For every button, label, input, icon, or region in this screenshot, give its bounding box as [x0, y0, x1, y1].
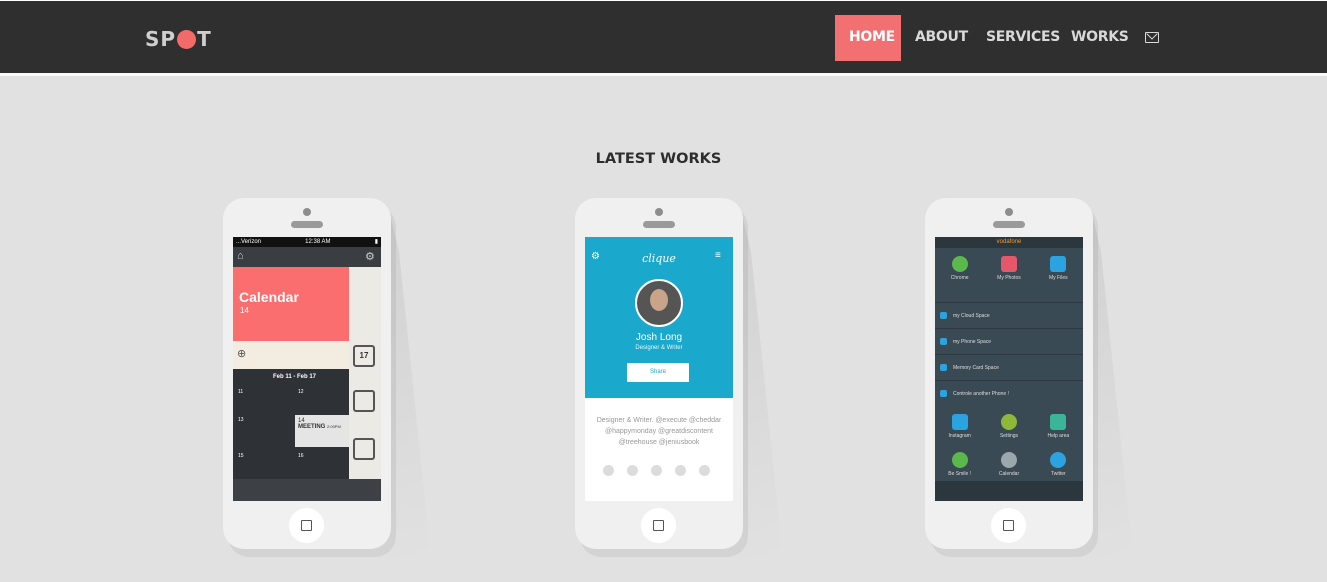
app-chrome: Chrome	[940, 256, 980, 302]
app-grid-bottom: Be Smile ! Calendar Twitter	[935, 444, 1083, 482]
flag-icon	[1050, 414, 1067, 430]
twitter-icon	[1050, 452, 1067, 468]
phone-shadow	[743, 218, 783, 558]
instagram-icon	[951, 414, 968, 430]
home-button-icon	[641, 508, 676, 543]
section-title: LATEST WORKS	[595, 151, 722, 167]
clock: 12:38 AM	[305, 239, 331, 245]
profile-header: ⚙ ≡ clique Josh Long Designer & Writer S…	[585, 237, 733, 398]
profile-screen: ⚙ ≡ clique Josh Long Designer & Writer S…	[585, 237, 733, 501]
logo-dot-icon	[177, 29, 197, 49]
app-photos: My Photos	[989, 256, 1029, 302]
social-icons	[603, 465, 710, 476]
nav-works[interactable]: WORKS	[1057, 15, 1143, 61]
home-button-icon	[289, 508, 324, 543]
add-icon: ⊕	[237, 348, 247, 360]
nav-home[interactable]: HOME	[835, 15, 901, 61]
phone-shadow	[1093, 218, 1133, 558]
carrier: ...Verizon	[236, 239, 262, 245]
smile-icon	[951, 452, 968, 468]
calendar-screen: ...Verizon 12:38 AM ▮ ⌂ ⚙ Calendar 14 17…	[233, 237, 381, 501]
day-cell: 15	[238, 453, 244, 459]
chrome-icon	[951, 256, 968, 272]
app-help: Help area	[1038, 414, 1078, 444]
list-item: my Phone Space	[935, 328, 1083, 354]
calendar-date: 14	[240, 306, 249, 315]
app-instagram: Instagram	[940, 414, 980, 444]
logo[interactable]: SP T	[145, 25, 212, 53]
meeting-time: 2:00PM	[327, 424, 341, 429]
app-grid-top: Chrome My Photos My Files	[935, 248, 1083, 302]
vodafone-screen: vodafone Chrome My Photos My Files my Cl…	[935, 237, 1083, 501]
home-button-icon	[991, 508, 1026, 543]
clock-icon	[1000, 452, 1017, 468]
settings-icon	[1000, 414, 1017, 430]
upload-icon	[353, 438, 375, 460]
speaker-icon	[993, 221, 1025, 228]
list-item: Controle another Phone !	[935, 380, 1083, 406]
notes-icon	[353, 390, 375, 412]
calendar-badge-icon: 17	[353, 345, 375, 367]
skype-icon	[699, 465, 710, 476]
instagram-icon	[675, 465, 686, 476]
speaker-icon	[291, 221, 323, 228]
calendar-title: Calendar	[239, 289, 299, 305]
work-item-calendar[interactable]: ...Verizon 12:38 AM ▮ ⌂ ⚙ Calendar 14 17…	[223, 198, 431, 558]
avatar	[635, 279, 683, 327]
app-logo: clique	[642, 252, 676, 265]
home-icon: ⌂	[237, 250, 244, 262]
profile-role: Designer & Writer	[635, 345, 683, 351]
calendar-card: Calendar 14	[233, 267, 349, 341]
work-item-vodafone[interactable]: vodafone Chrome My Photos My Files my Cl…	[925, 198, 1133, 558]
app-calendar: Calendar	[989, 452, 1029, 482]
logo-text-right: T	[197, 27, 212, 51]
app-toolbar: ⌂ ⚙	[233, 247, 381, 267]
user-icon	[603, 465, 614, 476]
add-row: ⊕	[233, 341, 349, 369]
day-cell: 11	[238, 389, 244, 395]
camera-icon	[655, 208, 663, 216]
gear-icon: ⚙	[365, 251, 375, 263]
day-cell: 16	[298, 453, 304, 459]
work-item-profile[interactable]: ⚙ ≡ clique Josh Long Designer & Writer S…	[575, 198, 783, 558]
profile-bio: Designer & Writer. @execute @cheddar @ha…	[596, 417, 722, 446]
app-twitter: Twitter	[1038, 452, 1078, 482]
bottom-bar	[935, 481, 1083, 501]
day-cell: 13	[238, 417, 244, 423]
profile-name: Josh Long	[635, 332, 683, 343]
week-range: Feb 11 - Feb 17	[273, 374, 317, 380]
camera-icon	[303, 208, 311, 216]
meeting-label: MEETING	[298, 424, 326, 430]
battery-icon: ▮	[374, 239, 378, 245]
facebook-icon	[651, 465, 662, 476]
day-cell: 12	[298, 389, 304, 395]
mail-icon[interactable]	[1145, 32, 1159, 43]
app-settings: Settings	[989, 414, 1029, 444]
speaker-icon	[643, 221, 675, 228]
meeting-card: 14 MEETING 2:00PM	[295, 415, 349, 447]
share-button: Share	[627, 363, 689, 382]
phone-shadow	[391, 218, 431, 558]
app-files: My Files	[1038, 256, 1078, 302]
camera-app-icon	[1000, 256, 1017, 272]
side-panel	[349, 267, 381, 501]
logo-text-left: SP	[145, 27, 177, 51]
nav-about[interactable]: ABOUT	[901, 15, 982, 61]
carrier: vodafone	[935, 237, 1083, 248]
list-item: my Cloud Space	[935, 302, 1083, 328]
camera-icon	[1005, 208, 1013, 216]
list-item: Memory Card Space	[935, 354, 1083, 380]
top-navbar: SP T HOME ABOUT SERVICES WORKS	[0, 0, 1327, 76]
app-grid-mid: Instagram Settings Help area	[935, 406, 1083, 444]
app-smile: Be Smile !	[940, 452, 980, 482]
folder-icon	[1050, 256, 1067, 272]
status-bar: ...Verizon 12:38 AM ▮	[233, 237, 381, 247]
bottom-bar	[233, 479, 381, 501]
twitter-icon	[627, 465, 638, 476]
